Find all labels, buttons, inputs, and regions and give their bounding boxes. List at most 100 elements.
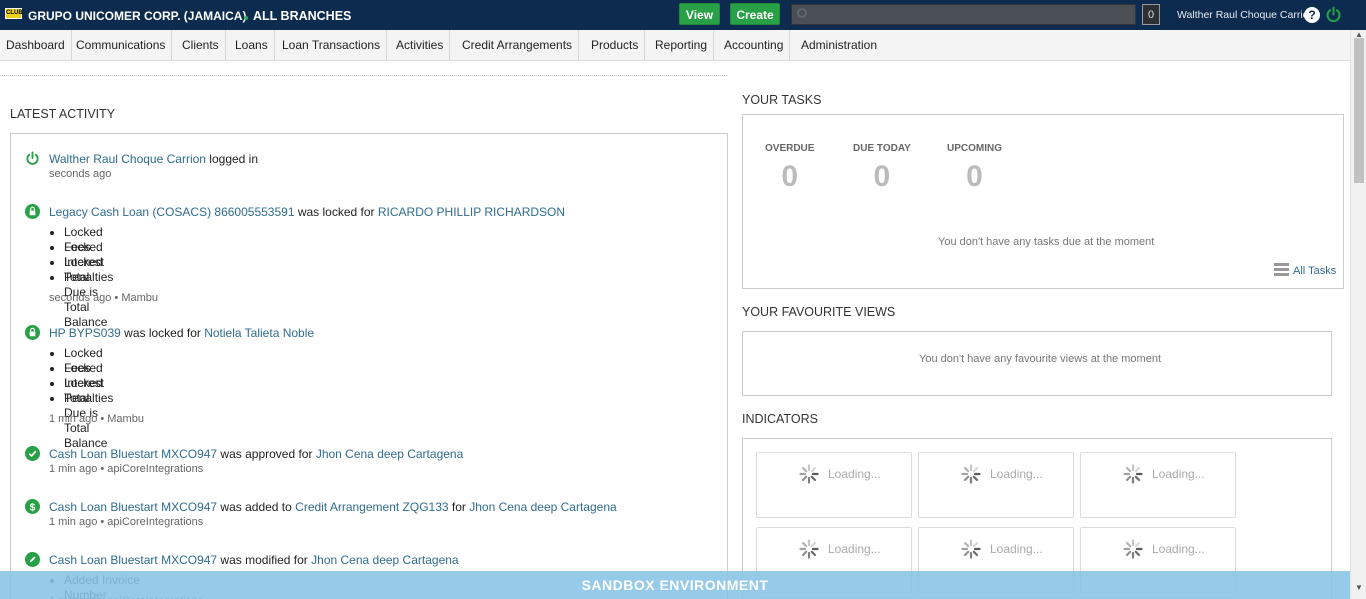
activity-link[interactable]: Notiela Talieta Noble xyxy=(204,326,314,340)
overdue-count: 0 xyxy=(781,160,799,193)
main-nav: Dashboard Communications Clients Loans Loan … xyxy=(0,30,1350,61)
activity-link[interactable]: Cash Loan Bluestart MXCO947 xyxy=(49,447,217,461)
activity-link[interactable]: Walther Raul Choque Carrion xyxy=(49,152,206,166)
activity-timestamp: 1 min ago • apiCoreIntegrations xyxy=(49,463,204,475)
nav-loan-transactions[interactable]: Loan Transactions xyxy=(276,30,388,60)
loading-spinner-icon xyxy=(1123,539,1143,559)
indicator-card[interactable]: Loading... xyxy=(756,452,912,518)
activity-link[interactable]: Legacy Cash Loan (COSACS) 866005553591 xyxy=(49,205,295,219)
indicator-loading-text: Loading... xyxy=(990,542,1043,556)
activity-link[interactable]: Jhon Cena deep Cartagena xyxy=(311,553,458,567)
activity-link[interactable]: RICARDO PHILLIP RICHARDSON xyxy=(378,205,565,219)
indicator-loading-text: Loading... xyxy=(1152,542,1205,556)
activity-text: was approved for xyxy=(217,447,316,461)
indicators-title: INDICATORS xyxy=(742,412,818,426)
top-bar: CLUB GRUPO UNICOMER CORP. (JAMAICA) ALL … xyxy=(0,0,1366,30)
tasks-empty-text: You don't have any tasks due at the mome… xyxy=(938,236,1155,248)
branch-indicator xyxy=(244,16,248,20)
upcoming-label: UPCOMING xyxy=(947,143,1002,154)
divider xyxy=(0,75,727,76)
activity-detail-item: Locked Penalties xyxy=(64,255,113,284)
favourite-views-title: YOUR FAVOURITE VIEWS xyxy=(742,305,896,319)
search-icon xyxy=(797,8,807,18)
activity-text: logged in xyxy=(205,152,259,166)
nav-activities[interactable]: Activities xyxy=(390,30,451,60)
activity-text: for xyxy=(448,500,470,514)
activity-link[interactable]: HP BYPS039 xyxy=(49,326,121,340)
upcoming-counter[interactable]: UPCOMING 0 xyxy=(947,143,1002,194)
nav-products[interactable]: Products xyxy=(585,30,646,60)
loading-spinner-icon xyxy=(961,539,981,559)
favourites-empty-text: You don't have any favourite views at th… xyxy=(919,353,1162,365)
activity-timestamp: 1 min ago • apiCoreIntegrations xyxy=(49,516,204,528)
activity-text: was locked for xyxy=(294,205,378,219)
company-logo: CLUB xyxy=(5,8,23,19)
activity-detail-item: Locked Penalties xyxy=(64,376,113,405)
activity-detail-item: Locked Interest xyxy=(64,361,113,390)
indicator-card[interactable]: Loading... xyxy=(1080,452,1236,518)
nav-communications[interactable]: Communications xyxy=(70,30,173,60)
overdue-counter[interactable]: OVERDUE 0 xyxy=(765,143,814,194)
due-today-counter[interactable]: DUE TODAY 0 xyxy=(853,143,911,194)
pencil-icon xyxy=(25,552,40,570)
nav-accounting[interactable]: Accounting xyxy=(718,30,791,60)
help-icon[interactable]: ? xyxy=(1304,7,1320,23)
nav-reporting[interactable]: Reporting xyxy=(649,30,715,60)
notification-count[interactable]: 0 xyxy=(1142,4,1160,25)
organization-name: GRUPO UNICOMER CORP. (JAMAICA) xyxy=(28,9,247,23)
lock-icon xyxy=(25,325,40,343)
activity-detail-item: Locked Fees xyxy=(64,225,113,254)
overdue-label: OVERDUE xyxy=(765,143,815,154)
due-today-count: 0 xyxy=(873,160,891,193)
vertical-scrollbar[interactable]: ▲ ▼ xyxy=(1350,30,1366,599)
activity-link[interactable]: Jhon Cena deep Cartagena xyxy=(316,447,463,461)
activity-description: Walther Raul Choque Carrion logged in xyxy=(49,152,258,166)
activity-link[interactable]: Cash Loan Bluestart MXCO947 xyxy=(49,500,217,514)
activity-description: Cash Loan Bluestart MXCO947 was added to… xyxy=(49,500,617,514)
search-input[interactable] xyxy=(791,4,1136,25)
loading-spinner-icon xyxy=(1123,464,1143,484)
favourite-views-panel: You don't have any favourite views at th… xyxy=(742,331,1332,396)
loading-spinner-icon xyxy=(961,464,981,484)
power-icon xyxy=(25,151,40,169)
nav-administration[interactable]: Administration xyxy=(795,30,883,60)
activity-description: Legacy Cash Loan (COSACS) 866005553591 w… xyxy=(49,205,565,219)
view-button[interactable]: View xyxy=(679,3,720,25)
loading-spinner-icon xyxy=(799,539,819,559)
all-tasks-link[interactable]: All Tasks xyxy=(1293,265,1336,277)
lock-icon xyxy=(25,204,40,222)
activity-link[interactable]: Credit Arrangement ZQG133 xyxy=(295,500,448,514)
activity-description: Cash Loan Bluestart MXCO947 was modified… xyxy=(49,553,459,567)
scrollbar-thumb[interactable] xyxy=(1354,38,1364,183)
nav-dashboard[interactable]: Dashboard xyxy=(0,30,72,60)
tasks-panel: OVERDUE 0 DUE TODAY 0 UPCOMING 0 You don… xyxy=(742,114,1344,289)
due-today-label: DUE TODAY xyxy=(853,143,911,154)
activity-timestamp: seconds ago xyxy=(49,168,112,180)
scroll-down-arrow-icon[interactable]: ▼ xyxy=(1355,583,1363,592)
check-icon xyxy=(25,446,40,464)
loading-spinner-icon xyxy=(799,464,819,484)
activity-details: Locked FeesLocked InterestLocked Penalti… xyxy=(64,225,113,329)
latest-activity-title: LATEST ACTIVITY xyxy=(10,107,116,121)
indicator-card[interactable]: Loading... xyxy=(918,452,1074,518)
activity-timestamp: seconds ago • Mambu xyxy=(49,292,159,304)
activity-text: was modified for xyxy=(217,553,312,567)
activity-description: HP BYPS039 was locked for Notiela Taliet… xyxy=(49,326,314,340)
branch-selector[interactable]: ALL BRANCHES xyxy=(253,9,351,23)
nav-clients[interactable]: Clients xyxy=(176,30,226,60)
svg-text:$: $ xyxy=(30,502,36,513)
dollar-icon: $ xyxy=(25,499,40,517)
user-name[interactable]: Walther Raul Choque Carrion xyxy=(1177,9,1314,21)
activity-detail-item: Locked Fees xyxy=(64,346,113,375)
nav-credit-arrangements[interactable]: Credit Arrangements xyxy=(456,30,580,60)
create-button[interactable]: Create xyxy=(730,3,780,25)
logout-power-icon[interactable] xyxy=(1325,6,1342,23)
indicator-loading-text: Loading... xyxy=(828,467,881,481)
activity-panel xyxy=(10,133,728,599)
sandbox-environment-banner: SANDBOX ENVIRONMENT xyxy=(0,571,1350,599)
activity-timestamp: 1 min ago • Mambu xyxy=(49,413,144,425)
activity-link[interactable]: Jhon Cena deep Cartagena xyxy=(469,500,616,514)
nav-loans[interactable]: Loans xyxy=(229,30,275,60)
activity-link[interactable]: Cash Loan Bluestart MXCO947 xyxy=(49,553,217,567)
your-tasks-title: YOUR TASKS xyxy=(742,93,822,107)
